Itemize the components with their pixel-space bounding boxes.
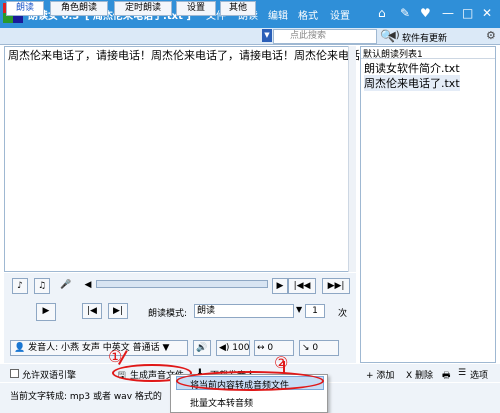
chevron-down-icon: ▼: [162, 343, 170, 353]
bilingual-checkbox[interactable]: [10, 369, 19, 378]
note-icon[interactable]: ♪: [12, 278, 28, 294]
scroll-right-icon[interactable]: ▶: [272, 278, 288, 294]
mode-label: 朗读模式:: [148, 309, 188, 319]
mic-icon[interactable]: 🎤: [58, 278, 74, 294]
close-icon[interactable]: ✕: [482, 6, 492, 20]
next-button[interactable]: ▶|: [108, 303, 128, 319]
progress-slider[interactable]: [96, 280, 268, 288]
forward-button[interactable]: ▶▶|: [322, 278, 350, 294]
editor-scrollbar[interactable]: [348, 46, 356, 272]
sound-icon: ◀): [388, 30, 400, 41]
printer-icon[interactable]: 🖶: [442, 368, 451, 384]
prev-small-icon[interactable]: ◀: [80, 278, 96, 294]
playlist-item[interactable]: 周杰伦来电话了.txt: [364, 75, 460, 91]
heart-icon[interactable]: ♥: [420, 6, 431, 20]
bilingual-label: 允许双语引擎: [22, 371, 77, 381]
repeat-count[interactable]: 1: [305, 304, 325, 318]
tab-read[interactable]: 朗读: [6, 1, 44, 16]
person-icon: 👤: [14, 343, 26, 353]
options-icon: ☰: [458, 368, 467, 378]
mode-dropdown-icon[interactable]: ▼: [296, 305, 302, 314]
tab-other[interactable]: 其他: [220, 1, 256, 16]
music-icon[interactable]: ♫: [34, 278, 50, 294]
repeat-unit: 次: [338, 309, 348, 319]
playlist-panel: [360, 46, 496, 363]
menu-item-batch-convert[interactable]: 批量文本转音频: [190, 396, 253, 409]
pitch-field[interactable]: ↘ 0: [299, 340, 339, 356]
menu-edit[interactable]: 编辑: [268, 7, 288, 22]
search-input[interactable]: 点此搜索: [273, 29, 377, 44]
maximize-icon[interactable]: □: [462, 6, 473, 20]
rewind-button[interactable]: |◀◀: [288, 278, 316, 294]
menu-settings[interactable]: 设置: [330, 7, 350, 22]
delete-button[interactable]: X 删除: [406, 368, 433, 381]
speaker-select-icon[interactable]: ▼: [262, 29, 272, 42]
home-icon[interactable]: ⌂: [378, 6, 386, 20]
tab-role-read[interactable]: 角色朗读: [50, 1, 108, 16]
voice-icon[interactable]: 🔊: [193, 340, 211, 356]
text-editor[interactable]: 周杰伦来电话了，请接电话！周杰伦来电话了，请接电话！周杰伦来电话了，请接电话！: [4, 46, 437, 272]
annotation-number-2: ②: [274, 353, 289, 372]
prev-button[interactable]: |◀: [82, 303, 102, 319]
playlist-header[interactable]: 默认朗读列表1: [361, 47, 495, 60]
menu-format[interactable]: 格式: [298, 7, 318, 22]
minimize-icon[interactable]: —: [442, 6, 454, 20]
volume-field[interactable]: ◀) 100: [216, 340, 250, 356]
mode-select[interactable]: 朗读: [194, 304, 294, 318]
tab-settings[interactable]: 设置: [176, 1, 216, 16]
status-text: 当前文字转成: mp3 或者 wav 格式的: [10, 392, 162, 402]
tab-timed-read[interactable]: 定时朗读: [114, 1, 172, 16]
annotation-line-2: [283, 361, 285, 373]
play-button[interactable]: ▶: [36, 303, 56, 321]
gear-icon[interactable]: ⚙: [486, 29, 496, 42]
add-button[interactable]: + 添加: [366, 368, 394, 381]
options-button[interactable]: 选项: [470, 368, 488, 381]
speaker-label: 发音人: 小燕 女声 中英文 普通话: [28, 343, 160, 353]
update-link[interactable]: 软件有更新: [402, 31, 447, 44]
speaker-select[interactable]: 👤 发音人: 小燕 女声 中英文 普通话 ▼: [10, 340, 188, 356]
pin-icon[interactable]: ✎: [400, 6, 410, 20]
playlist-item[interactable]: 朗读女软件简介.txt: [364, 60, 460, 76]
annotation-oval-2: [176, 371, 324, 391]
